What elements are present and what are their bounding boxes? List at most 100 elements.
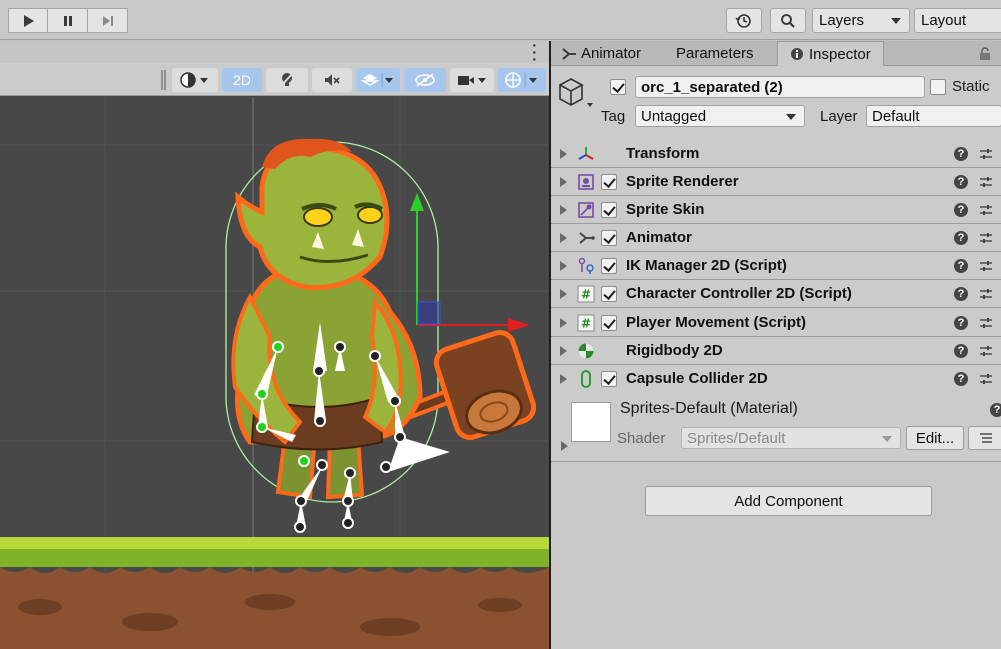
edit-shader-label: Edit...: [915, 429, 955, 447]
preset-settings-icon[interactable]: [979, 259, 993, 273]
material-preview-thumbnail[interactable]: [571, 402, 611, 442]
layer-label: Layer: [820, 108, 858, 125]
help-icon[interactable]: ?: [954, 231, 968, 245]
tab-animator[interactable]: Animator: [561, 41, 641, 66]
gizmos-dropdown[interactable]: [498, 68, 546, 92]
component-animator[interactable]: Animator ?: [551, 224, 1001, 252]
gameobject-cube-icon[interactable]: [559, 77, 593, 111]
static-checkbox[interactable]: [930, 79, 946, 95]
preset-settings-icon[interactable]: [979, 231, 993, 245]
layout-label: Layout: [921, 12, 967, 29]
shading-mode-dropdown[interactable]: [172, 68, 218, 92]
component-rigidbody-2d[interactable]: Rigidbody 2D ?: [551, 337, 1001, 365]
tab-animator-label: Animator: [581, 45, 642, 62]
component-capsule-collider-2d[interactable]: Capsule Collider 2D ?: [551, 365, 1001, 393]
preset-settings-icon[interactable]: [979, 316, 993, 330]
help-icon[interactable]: ?: [954, 259, 968, 273]
tab-inspector[interactable]: Inspector: [777, 41, 884, 66]
lightbulb-off-icon: [280, 72, 294, 87]
help-icon[interactable]: ?: [954, 287, 968, 301]
shader-value: Sprites/Default: [687, 430, 786, 447]
help-icon[interactable]: ?: [954, 316, 968, 330]
layer-dropdown[interactable]: Default: [866, 105, 1001, 127]
mode-2d-toggle[interactable]: 2D: [222, 68, 262, 92]
search-button[interactable]: [770, 8, 806, 33]
component-ik-manager[interactable]: IK Manager 2D (Script) ?: [551, 252, 1001, 280]
expand-arrow-icon[interactable]: [560, 177, 567, 187]
shader-dropdown[interactable]: Sprites/Default: [681, 427, 901, 449]
scene-canvas[interactable]: [0, 97, 549, 649]
preset-settings-icon[interactable]: [979, 147, 993, 161]
component-name: Animator: [626, 229, 692, 246]
expand-arrow-icon[interactable]: [561, 441, 568, 451]
shader-options-button[interactable]: [968, 426, 1001, 450]
expand-arrow-icon[interactable]: [560, 149, 567, 159]
help-icon[interactable]: ?: [954, 203, 968, 217]
component-enabled-checkbox[interactable]: [601, 315, 617, 331]
sprite-skin-icon: [578, 202, 594, 218]
sprite-renderer-icon: [578, 174, 594, 190]
add-component-button[interactable]: Add Component: [645, 486, 932, 516]
expand-arrow-icon[interactable]: [560, 318, 567, 328]
layers-stack-icon: [361, 73, 393, 87]
gameobject-header: orc_1_separated (2) Static Tag Untagged …: [551, 67, 1001, 141]
lighting-toggle[interactable]: [266, 68, 308, 92]
component-sprite-skin[interactable]: Sprite Skin ?: [551, 196, 1001, 224]
scene-tab-bar: · · ·: [0, 41, 549, 66]
component-name: Character Controller 2D (Script): [626, 285, 852, 302]
component-enabled-checkbox[interactable]: [601, 230, 617, 246]
component-enabled-checkbox[interactable]: [601, 371, 617, 387]
preset-settings-icon[interactable]: [979, 287, 993, 301]
more-options-icon[interactable]: · · ·: [532, 41, 537, 66]
camera-dropdown[interactable]: [450, 68, 494, 92]
step-button[interactable]: [88, 8, 128, 33]
layers-dropdown[interactable]: Layers: [812, 8, 910, 33]
component-player-movement[interactable]: # Player Movement (Script) ?: [551, 309, 1001, 337]
component-name: Transform: [626, 145, 700, 162]
tab-parameters[interactable]: Parameters: [676, 41, 754, 66]
layers-label: Layers: [819, 12, 865, 29]
component-transform[interactable]: Transform ?: [551, 140, 1001, 168]
help-icon[interactable]: ?: [954, 372, 968, 386]
component-enabled-checkbox[interactable]: [601, 174, 617, 190]
component-enabled-checkbox[interactable]: [601, 286, 617, 302]
pause-icon: [63, 15, 72, 26]
expand-arrow-icon[interactable]: [560, 346, 567, 356]
preset-settings-icon[interactable]: [979, 175, 993, 189]
help-icon[interactable]: ?: [954, 175, 968, 189]
effects-dropdown[interactable]: [356, 68, 400, 92]
component-enabled-checkbox[interactable]: [601, 258, 617, 274]
svg-text:#: #: [581, 288, 591, 302]
expand-arrow-icon[interactable]: [560, 205, 567, 215]
help-icon[interactable]: ?: [954, 344, 968, 358]
audio-toggle[interactable]: [312, 68, 352, 92]
lock-icon[interactable]: [979, 47, 991, 61]
expand-arrow-icon[interactable]: [560, 289, 567, 299]
help-icon[interactable]: ?: [990, 403, 1001, 417]
expand-arrow-icon[interactable]: [560, 374, 567, 384]
preset-settings-icon[interactable]: [979, 203, 993, 217]
info-icon: [791, 48, 803, 60]
search-icon: [781, 13, 795, 28]
preset-settings-icon[interactable]: [979, 372, 993, 386]
script-icon: #: [577, 285, 595, 303]
component-sprite-renderer[interactable]: Sprite Renderer ?: [551, 168, 1001, 196]
edit-shader-button[interactable]: Edit...: [906, 426, 964, 450]
expand-arrow-icon[interactable]: [560, 261, 567, 271]
scene-view: · · · 2D: [0, 41, 549, 649]
pause-button[interactable]: [48, 8, 88, 33]
expand-arrow-icon[interactable]: [560, 233, 567, 243]
component-enabled-checkbox[interactable]: [601, 202, 617, 218]
eye-slash-icon: [415, 73, 435, 87]
preset-settings-icon[interactable]: [979, 344, 993, 358]
component-name: Player Movement (Script): [626, 314, 807, 331]
hidden-objects-toggle[interactable]: [404, 68, 446, 92]
help-icon[interactable]: ?: [954, 147, 968, 161]
tag-dropdown[interactable]: Untagged: [635, 105, 805, 127]
gameobject-name-field[interactable]: orc_1_separated (2): [635, 76, 925, 98]
gameobject-active-checkbox[interactable]: [610, 79, 626, 95]
play-button[interactable]: [8, 8, 48, 33]
layout-dropdown[interactable]: Layout: [914, 8, 1001, 33]
component-character-controller[interactable]: # Character Controller 2D (Script) ?: [551, 280, 1001, 308]
history-button[interactable]: [726, 8, 762, 33]
